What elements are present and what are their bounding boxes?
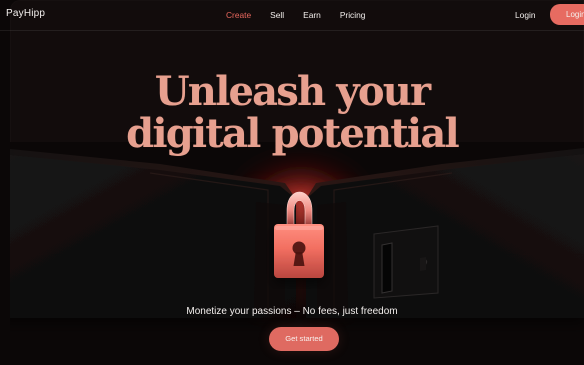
login-link[interactable]: Login (515, 9, 536, 21)
brand-logo[interactable]: PayHipp (6, 8, 45, 19)
primary-nav: Create Sell Earn Pricing (226, 9, 365, 21)
nav-item-sell[interactable]: Sell (270, 9, 284, 21)
top-navigation: PayHipp Create Sell Earn Pricing Login L… (0, 0, 584, 31)
nav-item-pricing[interactable]: Pricing (340, 9, 366, 21)
payhipp-landing-page: PayHipp Create Sell Earn Pricing Login L… (0, 0, 584, 365)
hero-heading-line-1: Unleash your (154, 67, 431, 115)
get-started-button[interactable]: Get started (269, 327, 339, 351)
hero-heading-line-2: digital potential (126, 109, 459, 157)
nav-item-earn[interactable]: Earn (303, 9, 321, 21)
hero-subtitle: Monetize your passions – No fees, just f… (186, 306, 398, 317)
nav-item-create[interactable]: Create (226, 9, 251, 21)
login-button[interactable]: Login (550, 4, 584, 25)
hero-heading: Unleash your digital potential (110, 67, 474, 157)
latch-icon (373, 225, 439, 299)
